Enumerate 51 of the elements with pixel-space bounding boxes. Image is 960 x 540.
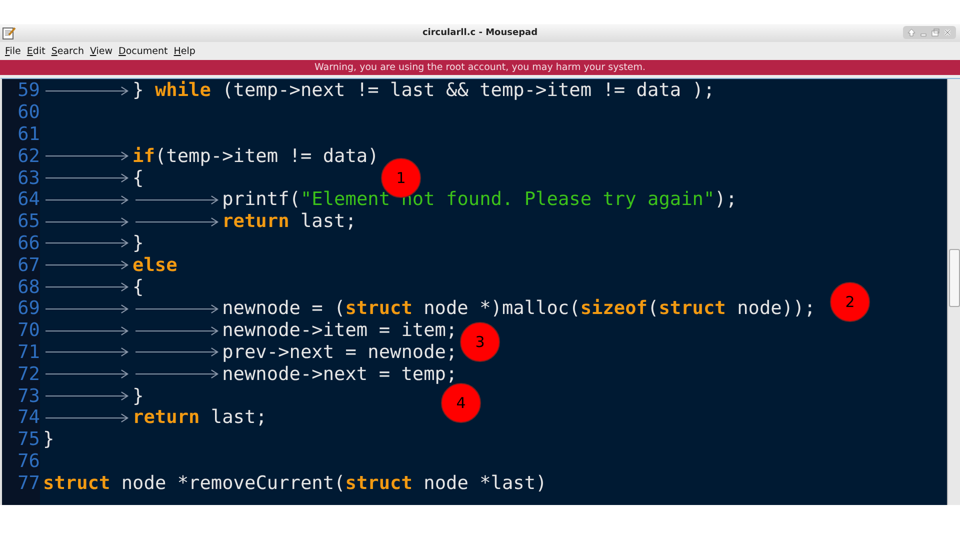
line-number: 62 bbox=[16, 146, 40, 167]
step-marker: 2 bbox=[830, 282, 870, 322]
line-number: 60 bbox=[16, 102, 40, 124]
line-number: 59 bbox=[16, 80, 40, 102]
code-line: newnode = (struct node *)malloc(sizeof(struct node)); bbox=[222, 298, 816, 320]
line-number: 73 bbox=[16, 386, 40, 407]
line-number: 72 bbox=[16, 364, 40, 385]
step-marker: 4 bbox=[441, 383, 481, 423]
warning-banner: Warning, you are using the root account, you may harm your system. bbox=[0, 60, 960, 75]
code-line: return last; bbox=[222, 211, 356, 232]
scrollbar[interactable] bbox=[947, 79, 960, 505]
code-line: { bbox=[132, 276, 144, 298]
line-number: 66 bbox=[16, 232, 40, 254]
window-title: circularll.c - Mousepad bbox=[422, 28, 538, 38]
line-number: 64 bbox=[16, 189, 40, 210]
line-number: 75 bbox=[16, 429, 40, 450]
code-line: } while (temp->next != last && temp->item != data ); bbox=[132, 80, 715, 102]
code-editor[interactable] bbox=[0, 78, 960, 505]
code-line: { bbox=[132, 168, 144, 189]
code-line: struct node *removeCurrent(struct node *last) bbox=[43, 472, 547, 494]
code-line: } bbox=[132, 386, 144, 407]
menu-item[interactable]: Search bbox=[48, 46, 87, 56]
step-marker: 3 bbox=[460, 322, 500, 362]
line-number: 71 bbox=[16, 342, 40, 363]
code-line: } bbox=[132, 232, 144, 254]
restore-icon[interactable] bbox=[930, 27, 941, 38]
menu-item[interactable]: Edit bbox=[24, 46, 48, 56]
code-line: prev->next = newnode; bbox=[222, 342, 458, 363]
code-line: if(temp->item != data) bbox=[132, 146, 379, 167]
line-number: 61 bbox=[16, 124, 40, 145]
code-line: } bbox=[43, 429, 54, 450]
line-number: 70 bbox=[16, 320, 40, 342]
code-line: return last; bbox=[132, 407, 267, 428]
line-number: 68 bbox=[16, 276, 40, 298]
line-number: 67 bbox=[16, 254, 40, 276]
code-line: newnode->item = item; bbox=[222, 320, 458, 342]
close-icon[interactable] bbox=[942, 27, 953, 38]
shade-icon[interactable] bbox=[906, 27, 917, 38]
line-number: 69 bbox=[16, 298, 40, 320]
code-line: newnode->next = temp; bbox=[222, 364, 458, 385]
line-number: 76 bbox=[16, 450, 40, 472]
menu-item[interactable]: File bbox=[2, 46, 24, 56]
line-number: 77 bbox=[16, 472, 40, 494]
menu-item[interactable]: View bbox=[86, 46, 116, 56]
menu-item[interactable]: Help bbox=[170, 46, 198, 56]
line-number: 63 bbox=[16, 168, 40, 189]
code-line: else bbox=[132, 254, 178, 276]
notepad-icon bbox=[2, 26, 16, 40]
line-number: 74 bbox=[16, 407, 40, 428]
line-number: 65 bbox=[16, 211, 40, 232]
menu-item[interactable]: Document bbox=[116, 46, 171, 56]
